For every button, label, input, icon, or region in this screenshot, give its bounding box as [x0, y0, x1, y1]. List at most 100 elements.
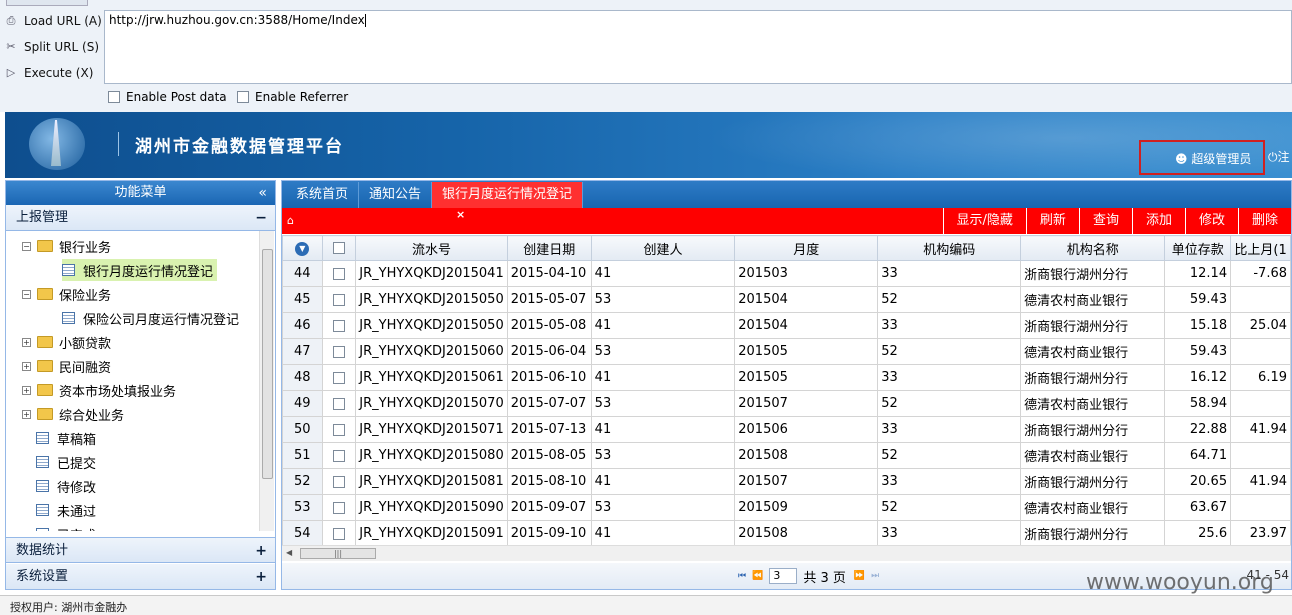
tree-item[interactable]: 已完成	[36, 523, 96, 531]
expander-icon[interactable]: +	[22, 409, 31, 419]
first-page-icon[interactable]: ⏮	[738, 571, 746, 581]
url-textarea[interactable]: http://jrw.huzhou.gov.cn:3588/Home/Index	[104, 10, 1292, 84]
user-menu[interactable]: ☻ 超级管理员	[1139, 140, 1265, 175]
table-row[interactable]: 45 JR_YHYXQKDJ2015050 2015-05-07 53 201504 52…	[282, 286, 1291, 313]
tree-item[interactable]: 已提交	[36, 451, 96, 473]
expander-icon[interactable]: +	[22, 385, 31, 395]
section-report[interactable]: 上报管理 −	[6, 205, 275, 231]
row-menu-header[interactable]: ▼	[282, 235, 323, 261]
row-checkbox-cell[interactable]	[321, 520, 357, 547]
row-checkbox-cell[interactable]	[321, 442, 357, 469]
tab[interactable]: 系统首页	[286, 182, 360, 208]
table-row[interactable]: 53 JR_YHYXQKDJ2015090 2015-09-07 53 201509 52…	[282, 494, 1291, 521]
row-checkbox-cell[interactable]	[321, 286, 357, 313]
tree-item[interactable]: 待修改	[36, 475, 96, 497]
tree-item[interactable]: − 银行业务	[22, 235, 111, 257]
table-row[interactable]: 54 JR_YHYXQKDJ2015091 2015-09-10 41 201508 33…	[282, 520, 1291, 547]
row-checkbox[interactable]	[332, 527, 345, 540]
enable-post-checkbox[interactable]: Enable Post data	[108, 90, 227, 104]
tree-item[interactable]: 未通过	[36, 499, 96, 521]
tree-item[interactable]: 银行月度运行情况登记	[62, 259, 218, 281]
column-header[interactable]: 单位存款	[1164, 235, 1232, 261]
expand-icon[interactable]: +	[255, 538, 267, 564]
column-header[interactable]: 创建人	[590, 235, 736, 261]
row-checkbox-cell[interactable]	[321, 312, 357, 339]
expander-icon[interactable]: −	[22, 289, 31, 299]
row-checkbox[interactable]	[332, 293, 345, 306]
toolbar-button[interactable]: 删除	[1237, 208, 1291, 234]
row-checkbox[interactable]	[332, 267, 345, 280]
execute-button[interactable]: ▷ Execute (X)	[4, 63, 94, 83]
table-row[interactable]: 52 JR_YHYXQKDJ2015081 2015-08-10 41 201507 33…	[282, 468, 1291, 495]
tree-item[interactable]: − 保险业务	[22, 283, 111, 305]
row-checkbox-cell[interactable]	[321, 338, 357, 365]
tab[interactable]: 银行月度运行情况登记	[432, 182, 584, 208]
tree-item[interactable]: + 小额贷款	[22, 331, 111, 353]
table-row[interactable]: 50 JR_YHYXQKDJ2015071 2015-07-13 41 201506 33…	[282, 416, 1291, 443]
row-checkbox[interactable]	[332, 501, 345, 514]
row-checkbox-cell[interactable]	[321, 260, 357, 287]
table-row[interactable]: 47 JR_YHYXQKDJ2015060 2015-06-04 53 201505 52…	[282, 338, 1291, 365]
dropdown-icon[interactable]: ▼	[295, 242, 310, 256]
toolbar-button[interactable]: 查询	[1078, 208, 1132, 234]
prev-page-icon[interactable]: ⏪	[752, 571, 763, 581]
row-checkbox[interactable]	[332, 345, 345, 358]
collapse-icon[interactable]: −	[255, 205, 267, 231]
select-all-checkbox[interactable]	[332, 242, 345, 254]
row-checkbox[interactable]	[332, 449, 345, 462]
tree-item[interactable]: + 民间融资	[22, 355, 111, 377]
grid-horizontal-scrollbar[interactable]: ◀ |||	[282, 545, 1291, 561]
tree-item[interactable]: + 资本市场处填报业务	[22, 379, 176, 401]
scroll-thumb[interactable]	[262, 249, 273, 479]
checkbox-box[interactable]	[108, 91, 120, 103]
enable-referrer-checkbox[interactable]: Enable Referrer	[237, 90, 348, 104]
row-checkbox[interactable]	[332, 319, 345, 332]
toolbar-button[interactable]: 显示/隐藏	[942, 208, 1026, 234]
row-checkbox[interactable]	[332, 423, 345, 436]
load-url-button[interactable]: ⎙ Load URL (A)	[4, 11, 102, 31]
column-header[interactable]: 机构编码	[877, 235, 1022, 261]
last-page-icon[interactable]: ⏭	[871, 571, 879, 581]
table-row[interactable]: 44 JR_YHYXQKDJ2015041 2015-04-10 41 201503 33…	[282, 260, 1291, 287]
row-checkbox-cell[interactable]	[321, 390, 357, 417]
column-header[interactable]: 机构名称	[1020, 235, 1166, 261]
toolbar-button[interactable]: 修改	[1184, 208, 1238, 234]
table-row[interactable]: 51 JR_YHYXQKDJ2015080 2015-08-05 53 201508 52…	[282, 442, 1291, 469]
page-input[interactable]: 3	[769, 568, 798, 584]
section-settings[interactable]: 系统设置 +	[6, 564, 275, 590]
tree-scrollbar[interactable]	[259, 231, 274, 531]
home-icon[interactable]: ⌂	[287, 214, 294, 227]
tree-item[interactable]: 草稿箱	[36, 427, 96, 449]
row-checkbox-cell[interactable]	[321, 494, 357, 521]
column-header[interactable]: 创建日期	[506, 235, 592, 261]
toolbar-button[interactable]: 添加	[1131, 208, 1185, 234]
scroll-thumb[interactable]: |||	[300, 548, 376, 559]
expander-icon[interactable]: +	[22, 337, 31, 347]
table-row[interactable]: 48 JR_YHYXQKDJ2015061 2015-06-10 41 201505 33…	[282, 364, 1291, 391]
tab[interactable]: 通知公告	[359, 182, 433, 208]
select-all-header[interactable]	[321, 235, 357, 261]
next-page-icon[interactable]: ⏩	[854, 571, 865, 581]
row-checkbox-cell[interactable]	[321, 468, 357, 495]
section-stats[interactable]: 数据统计 +	[6, 537, 275, 563]
logout-link[interactable]: ⏻注	[1268, 148, 1290, 165]
toolbar-button[interactable]: 刷新	[1025, 208, 1079, 234]
column-header[interactable]: 比上月(1	[1230, 235, 1291, 261]
split-url-button[interactable]: ✂ Split URL (S)	[4, 37, 99, 57]
row-checkbox[interactable]	[332, 371, 345, 384]
row-checkbox-cell[interactable]	[321, 364, 357, 391]
tree-item[interactable]: 保险公司月度运行情况登记	[62, 307, 239, 329]
row-checkbox[interactable]	[332, 475, 345, 488]
table-row[interactable]: 46 JR_YHYXQKDJ2015050 2015-05-08 41 201504 33…	[282, 312, 1291, 339]
close-icon[interactable]: ×	[456, 208, 465, 221]
hackbar-top-tab[interactable]	[6, 0, 88, 6]
expand-icon[interactable]: +	[255, 564, 267, 590]
table-row[interactable]: 49 JR_YHYXQKDJ2015070 2015-07-07 53 201507 52…	[282, 390, 1291, 417]
scroll-left-icon[interactable]: ◀	[286, 548, 292, 557]
column-header[interactable]: 月度	[734, 235, 879, 261]
checkbox-box[interactable]	[237, 91, 249, 103]
expander-icon[interactable]: −	[22, 241, 31, 251]
expander-icon[interactable]: +	[22, 361, 31, 371]
collapse-sidebar-icon[interactable]: «	[258, 181, 267, 205]
row-checkbox-cell[interactable]	[321, 416, 357, 443]
